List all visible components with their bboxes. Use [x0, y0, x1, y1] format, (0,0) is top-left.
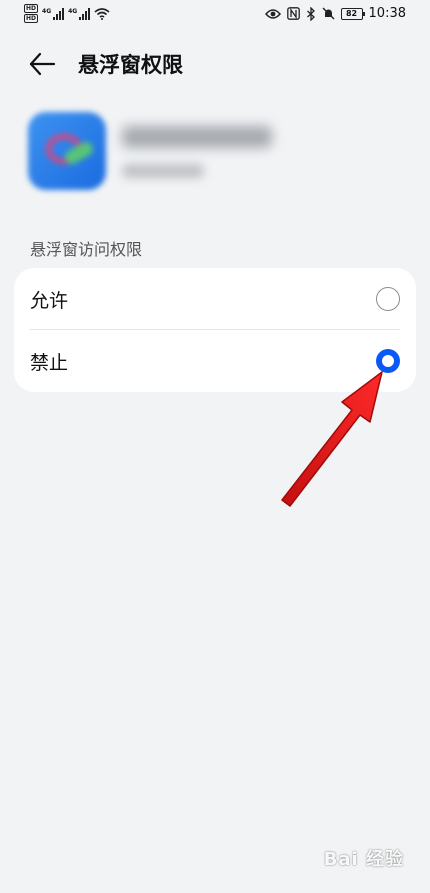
- hd-indicators: HD HD: [24, 4, 39, 23]
- bluetooth-icon: [306, 6, 315, 21]
- network-type-2: 4G: [68, 7, 78, 15]
- title-bar: 悬浮窗权限: [0, 40, 430, 86]
- option-allow-label: 允许: [30, 290, 69, 312]
- option-allow[interactable]: 允许: [14, 268, 416, 330]
- app-version-blurred: [122, 164, 204, 178]
- watermark: Bai 经验: [323, 849, 404, 870]
- app-icon: [28, 112, 106, 190]
- hd-badge-2: HD: [24, 14, 39, 23]
- option-deny-label: 禁止: [30, 352, 69, 374]
- mute-icon: [322, 7, 335, 20]
- network-type-1: 4G: [42, 7, 52, 15]
- wifi-icon: [94, 7, 110, 20]
- signal-1: 4G: [42, 7, 65, 20]
- page-title: 悬浮窗权限: [78, 53, 183, 77]
- option-deny[interactable]: 禁止: [14, 330, 416, 392]
- status-left: HD HD 4G 4G: [24, 4, 110, 23]
- signal-bars-icon: [53, 7, 65, 20]
- app-info: [28, 112, 408, 198]
- section-label: 悬浮窗访问权限: [30, 240, 143, 259]
- eye-icon: [264, 8, 281, 19]
- hd-badge-1: HD: [24, 4, 39, 13]
- battery-indicator: 82: [340, 7, 365, 20]
- back-arrow-icon[interactable]: [28, 50, 56, 78]
- signal-2: 4G: [68, 7, 91, 20]
- status-right: 82 10:38: [264, 6, 406, 21]
- app-name-blurred: [122, 126, 272, 148]
- nfc-icon: [286, 7, 300, 20]
- permission-options-card: 允许 禁止: [14, 268, 416, 392]
- signal-bars-icon: [79, 7, 91, 20]
- status-time: 10:38: [368, 6, 406, 21]
- radio-allow[interactable]: [376, 287, 400, 311]
- radio-deny[interactable]: [376, 349, 400, 373]
- status-bar: HD HD 4G 4G 82 10:38: [0, 0, 430, 32]
